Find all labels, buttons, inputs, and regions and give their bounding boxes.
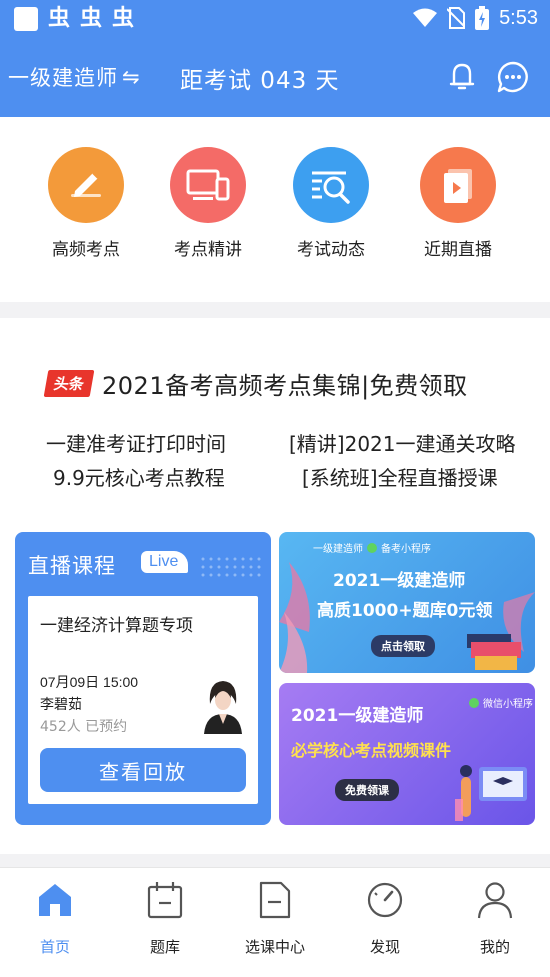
quick-nav-lectures[interactable]: 考点精讲 — [153, 147, 263, 260]
live-card-title: 直播课程 — [28, 554, 116, 578]
header: 一级建造师 ⇋ 距考试 043 天 — [0, 50, 550, 110]
headline-link[interactable]: 一建准考证打印时间 — [46, 428, 226, 457]
clock: 5:53 — [499, 6, 538, 29]
live-course-name: 一建经济计算题专项 — [40, 616, 193, 636]
video-icon — [420, 147, 496, 223]
subject-label: 一级建造师 — [8, 66, 118, 90]
nav-label: 我的 — [479, 938, 510, 956]
exam-countdown: 距考试 043 天 — [180, 68, 340, 94]
quick-nav-label: 考点精讲 — [174, 240, 242, 260]
user-icon — [477, 882, 513, 919]
banner-headline: 2021一级建造师 — [291, 706, 424, 726]
notification-glyph: 虫 — [80, 6, 103, 31]
nav-label: 发现 — [369, 938, 400, 956]
live-booked-count: 452人 已预约 — [40, 719, 128, 735]
nav-discover[interactable]: 发现 — [335, 880, 435, 957]
banner-headline: 2021一级建造师 — [333, 571, 466, 591]
quick-nav-exam-news[interactable]: 考试动态 — [276, 147, 386, 260]
watch-replay-button[interactable]: 查看回放 — [40, 748, 246, 792]
quick-nav-live[interactable]: 近期直播 — [403, 147, 513, 260]
quick-nav-label: 考试动态 — [297, 240, 365, 260]
banner-brand-line: 一级建造师 备考小程序 — [313, 540, 431, 555]
top-bar: 虫 虫 虫 5:53 一级建造师 ⇋ 距考试 043 天 — [0, 0, 550, 117]
headline-link[interactable]: [精讲]2021一建通关攻略 — [289, 428, 516, 457]
live-badge: Live — [141, 551, 189, 573]
quick-nav: 高频考点 考点精讲 考试动态 近期直播 — [0, 117, 550, 302]
headline-link[interactable]: [系统班]全程直播授课 — [302, 462, 498, 491]
banner-subheadline: 必学核心考点视频课件 — [291, 741, 452, 760]
live-course-card[interactable]: 直播课程 Live 一建经济计算题专项 07月09日 15:00 李碧茹 452… — [15, 532, 271, 825]
banner-tag: 备考小程序 — [381, 544, 431, 555]
nav-course-center[interactable]: 选课中心 — [225, 880, 325, 957]
banner-brand: 一级建造师 — [313, 544, 363, 555]
live-course-details: 一建经济计算题专项 07月09日 15:00 李碧茹 452人 已预约 查看回放 — [28, 596, 258, 804]
headline-link[interactable]: 9.9元核心考点教程 — [53, 462, 225, 491]
banner-subheadline: 高质1000+题库0元领 — [317, 601, 493, 621]
battery-charging-icon — [475, 6, 490, 30]
promo-section: 直播课程 Live 一建经济计算题专项 07月09日 15:00 李碧茹 452… — [0, 514, 550, 854]
live-course-time: 07月09日 15:00 — [40, 674, 139, 690]
devices-icon — [170, 147, 246, 223]
headline-title: 2021备考高频考点集锦|免费领取 — [102, 372, 468, 400]
document-icon — [259, 881, 291, 919]
video-course-banner[interactable]: 2021一级建造师 微信小程序 必学核心考点视频课件 免费领课 — [279, 683, 535, 825]
chat-icon[interactable] — [496, 60, 530, 94]
claim-button[interactable]: 点击领取 — [371, 635, 435, 657]
nav-label: 题库 — [149, 938, 180, 956]
banner-tag-line: 微信小程序 — [469, 695, 533, 710]
live-teacher-name: 李碧茹 — [40, 697, 82, 713]
teacher-avatar — [204, 681, 242, 734]
notification-glyph: 虫 — [112, 6, 135, 31]
subject-switcher[interactable]: 一级建造师 ⇋ — [8, 62, 141, 92]
bell-icon[interactable] — [446, 60, 478, 92]
calendar-icon — [147, 882, 183, 919]
question-bank-banner[interactable]: 一级建造师 备考小程序 2021一级建造师 高质1000+题库0元领 点击领取 — [279, 532, 535, 673]
dot-pattern-decoration — [201, 557, 261, 577]
home-icon — [39, 884, 71, 916]
search-list-icon — [293, 147, 369, 223]
bottom-nav: 首页 题库 选课中心 发现 我的 — [0, 867, 550, 977]
headlines-section: 头条 2021备考高频考点集锦|免费领取 一建准考证打印时间 [精讲]2021一… — [0, 318, 550, 514]
no-sim-icon — [447, 7, 466, 29]
quick-nav-high-frequency[interactable]: 高频考点 — [31, 147, 141, 260]
wifi-icon — [413, 8, 438, 27]
nav-question-bank[interactable]: 题库 — [115, 880, 215, 957]
nav-profile[interactable]: 我的 — [445, 880, 545, 957]
notification-glyph: 虫 — [48, 6, 71, 31]
compass-icon — [367, 882, 403, 918]
mini-program-icon — [469, 697, 479, 708]
nav-label: 选课中心 — [244, 938, 305, 956]
notification-square-icon — [14, 7, 38, 31]
free-course-button[interactable]: 免费领课 — [335, 779, 399, 801]
banner-tag: 微信小程序 — [483, 699, 533, 710]
pencil-icon — [48, 147, 124, 223]
nav-home[interactable]: 首页 — [5, 880, 105, 957]
quick-nav-label: 高频考点 — [52, 240, 120, 260]
nav-label: 首页 — [39, 938, 70, 956]
status-bar: 虫 虫 虫 5:53 — [0, 0, 550, 40]
headline-badge: 头条 — [43, 370, 95, 397]
mini-program-icon — [367, 542, 377, 553]
switch-icon: ⇋ — [122, 65, 141, 89]
headline-main[interactable]: 头条 2021备考高频考点集锦|免费领取 — [43, 366, 468, 401]
quick-nav-label: 近期直播 — [424, 240, 492, 260]
